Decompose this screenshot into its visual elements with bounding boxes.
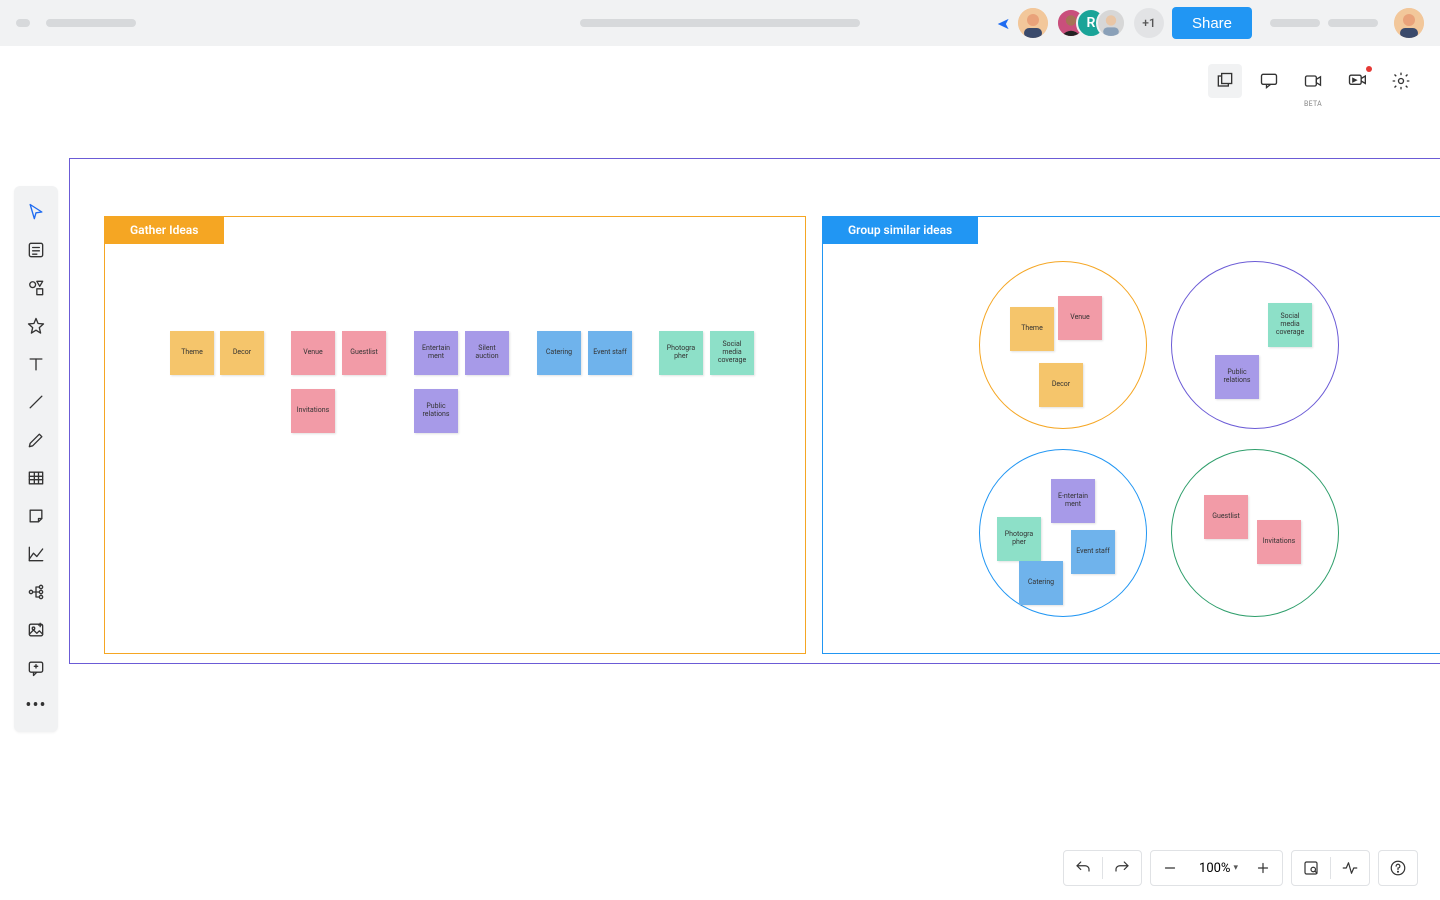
history-group [1063, 850, 1142, 886]
zoom-in-button[interactable] [1244, 851, 1282, 885]
sticky-note[interactable]: Invitations [1257, 520, 1301, 564]
sticky-note[interactable]: Catering [537, 331, 581, 375]
sticky-note[interactable]: Guestlist [1204, 495, 1248, 539]
zoom-group: 100% [1150, 850, 1283, 886]
frame-title-group[interactable]: Group similar ideas [822, 216, 978, 244]
sticky-note[interactable]: Decor [220, 331, 264, 375]
view-group [1291, 850, 1370, 886]
sticky-note[interactable]: Event staff [588, 331, 632, 375]
sticky-note[interactable]: Invitations [291, 389, 335, 433]
sticky-note[interactable]: Public relations [414, 389, 458, 433]
sticky-note[interactable]: Social media coverage [710, 331, 754, 375]
zoom-out-button[interactable] [1151, 851, 1189, 885]
sticky-note[interactable]: Decor [1039, 363, 1083, 407]
sticky-note[interactable]: Public relations [1215, 355, 1259, 399]
sticky-note[interactable]: Guestlist [342, 331, 386, 375]
sticky-note[interactable]: Theme [1010, 307, 1054, 351]
activity-button[interactable] [1331, 851, 1369, 885]
frame-gather-ideas[interactable]: Gather Ideas ThemeDecor VenueGuestlistInv… [104, 216, 806, 654]
help-group [1378, 850, 1418, 886]
sticky-note[interactable]: Silent auction [465, 331, 509, 375]
sticky-note[interactable]: Venue [1058, 296, 1102, 340]
sticky-note[interactable]: Venue [291, 331, 335, 375]
group-circle[interactable] [1171, 261, 1339, 429]
help-button[interactable] [1379, 851, 1417, 885]
fit-view-button[interactable] [1292, 851, 1330, 885]
zoom-level[interactable]: 100% [1189, 861, 1244, 876]
sticky-note[interactable]: Catering [1019, 561, 1063, 605]
frame-group-ideas[interactable]: Group similar ideas ThemeVenue Decor Socia… [822, 216, 1440, 654]
group-circle[interactable] [1171, 449, 1339, 617]
sticky-note[interactable]: Photogra pher [997, 517, 1041, 561]
sticky-note[interactable]: Entertain ment [414, 331, 458, 375]
sticky-note[interactable]: E-ntertain ment [1051, 479, 1095, 523]
redo-button[interactable] [1103, 851, 1141, 885]
sticky-note[interactable]: Event staff [1071, 530, 1115, 574]
bottom-bar: 100% [1063, 850, 1418, 886]
frame-title-gather[interactable]: Gather Ideas [104, 216, 224, 244]
sticky-note[interactable]: Theme [170, 331, 214, 375]
undo-button[interactable] [1064, 851, 1102, 885]
sticky-note[interactable]: Social media coverage [1268, 303, 1312, 347]
canvas[interactable]: Gather Ideas ThemeDecorVenueGuestlistInv… [0, 0, 1440, 900]
sticky-note[interactable]: Photogra pher [659, 331, 703, 375]
